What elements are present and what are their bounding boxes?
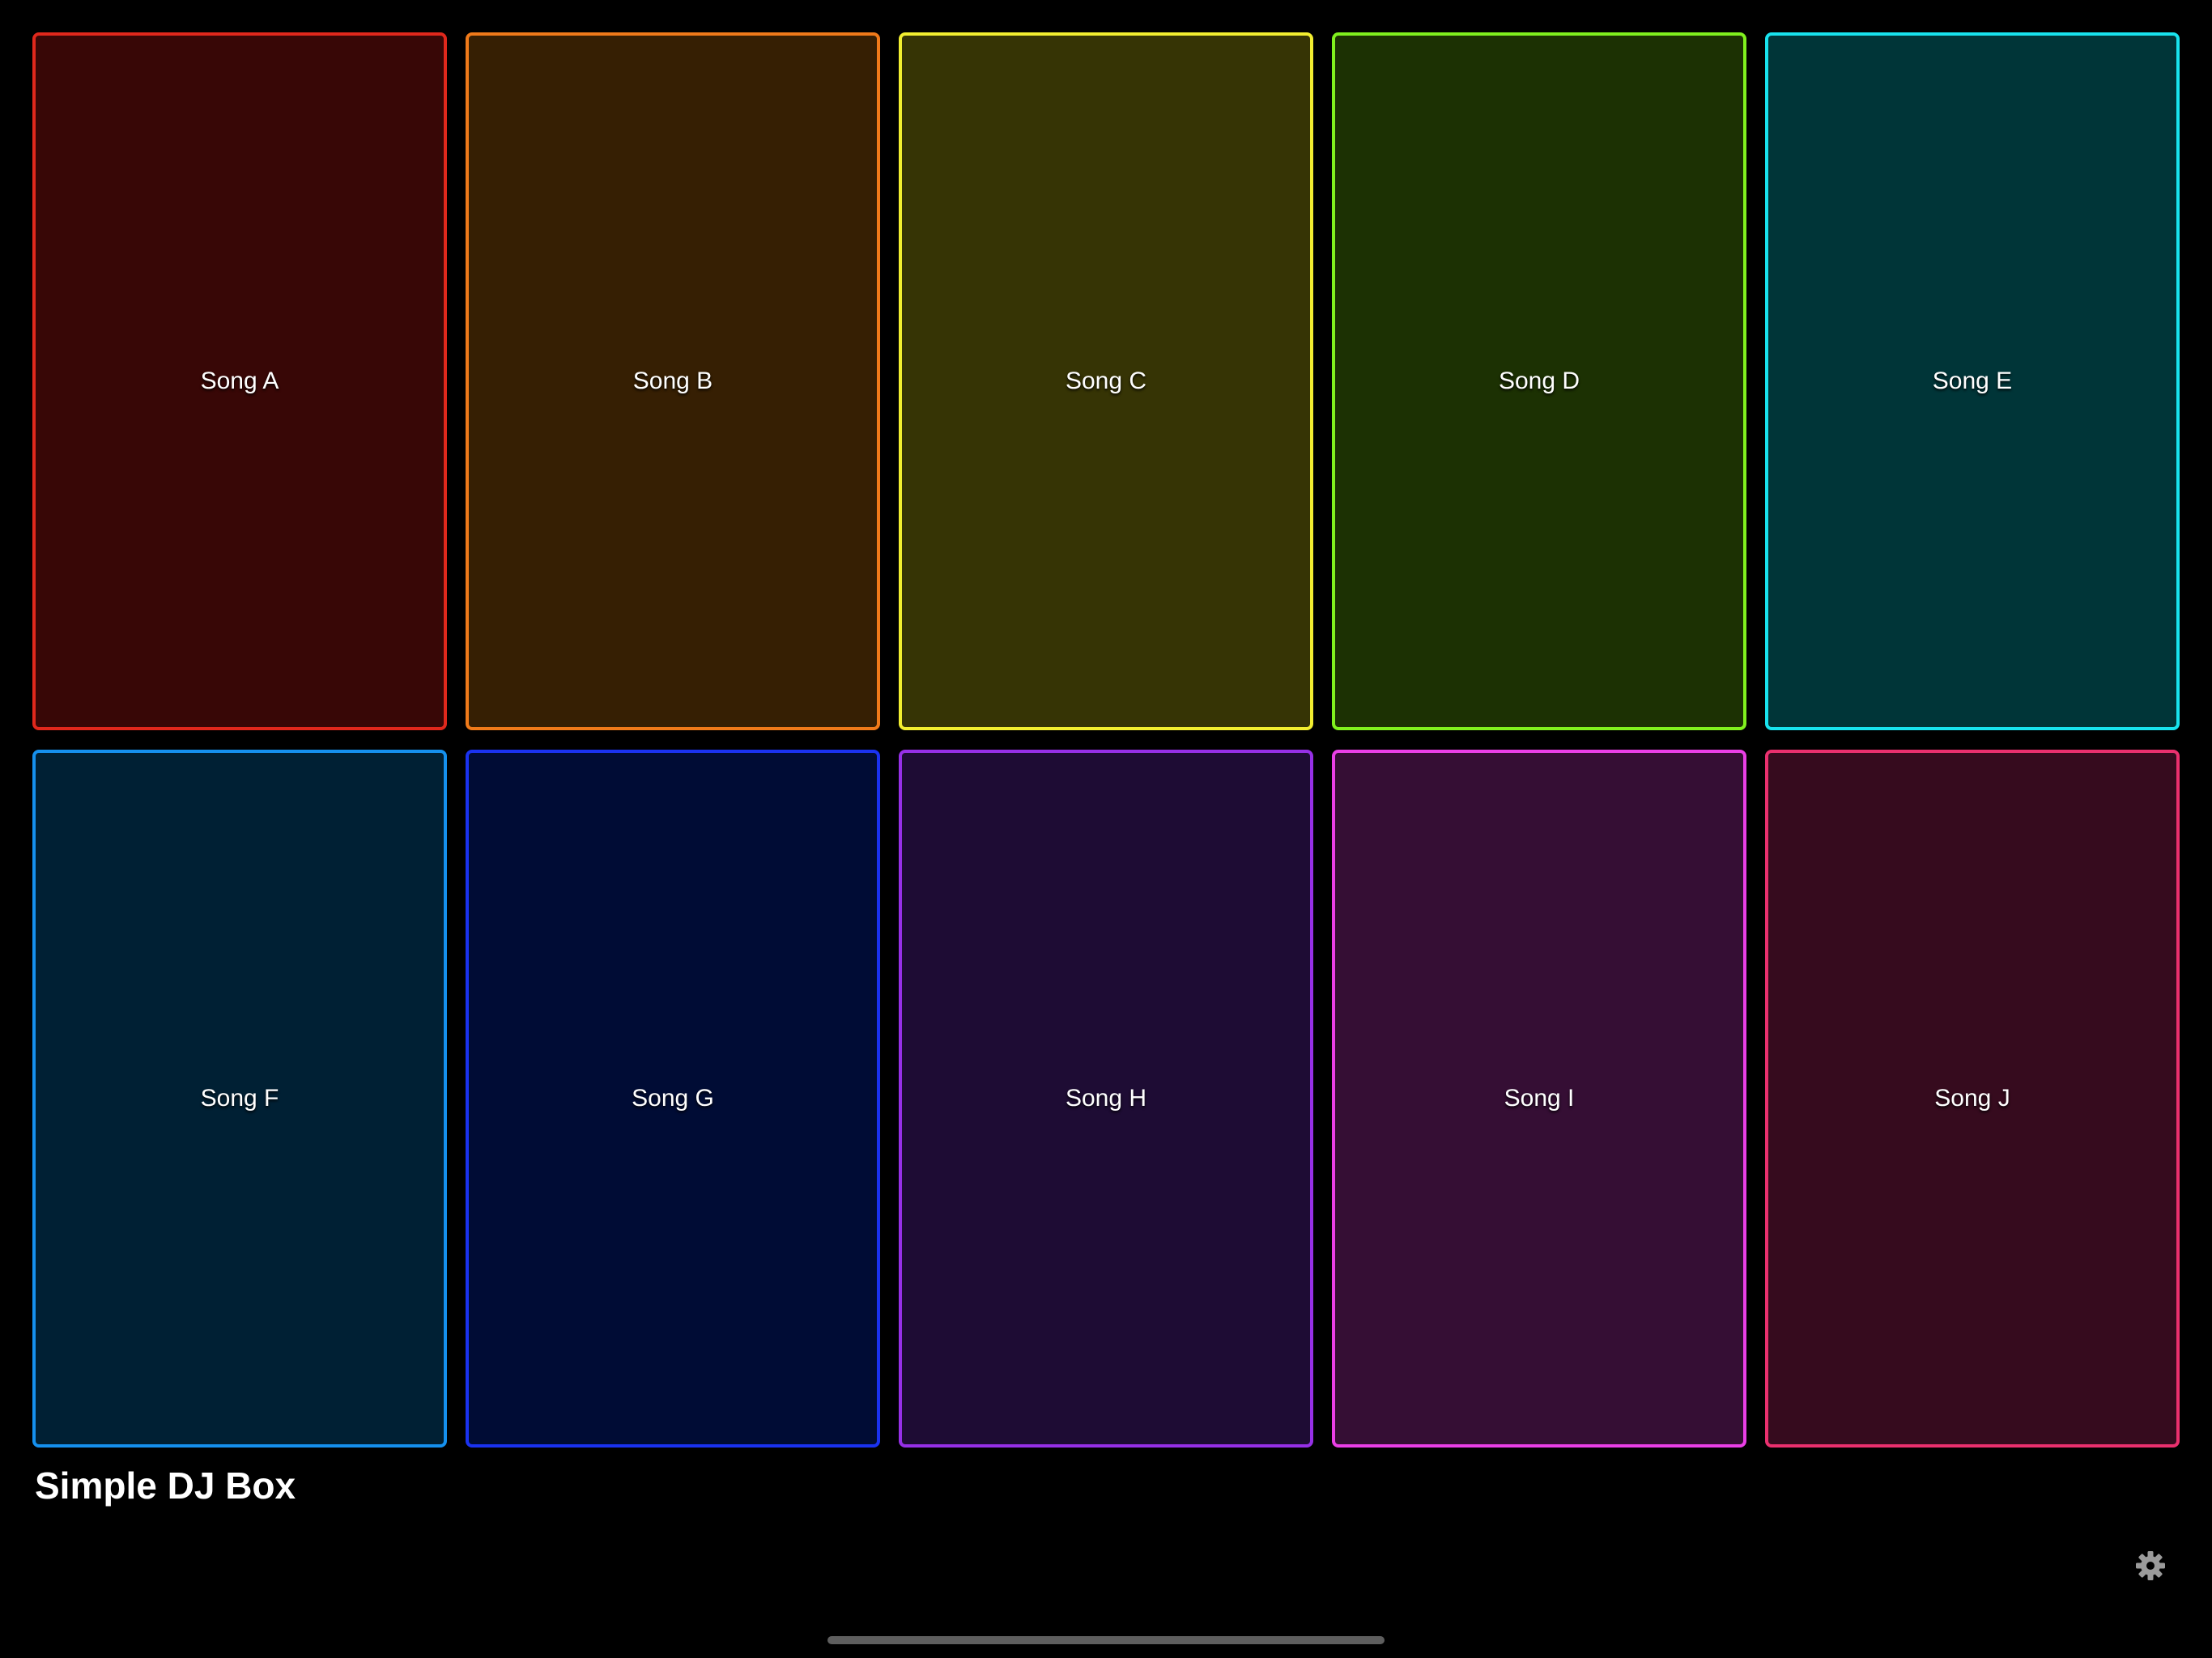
pad-label: Song F — [200, 1085, 279, 1112]
pad-song-b[interactable]: Song B — [466, 32, 880, 730]
home-indicator[interactable] — [827, 1636, 1385, 1644]
pad-label: Song I — [1504, 1085, 1575, 1112]
pad-label: Song B — [632, 368, 713, 394]
pad-song-e[interactable]: Song E — [1765, 32, 2180, 730]
gear-icon — [2136, 1551, 2165, 1580]
pad-label: Song C — [1065, 368, 1147, 394]
pad-label: Song H — [1065, 1085, 1147, 1112]
settings-button[interactable] — [2134, 1550, 2167, 1582]
pad-label: Song E — [1932, 368, 2013, 394]
pad-song-i[interactable]: Song I — [1332, 750, 1746, 1448]
pad-song-h[interactable]: Song H — [899, 750, 1313, 1448]
pad-label: Song G — [632, 1085, 714, 1112]
pad-label: Song A — [200, 368, 279, 394]
app-title: Simple DJ Box — [35, 1465, 296, 1507]
pad-label: Song D — [1498, 368, 1580, 394]
pad-song-j[interactable]: Song J — [1765, 750, 2180, 1448]
pad-song-d[interactable]: Song D — [1332, 32, 1746, 730]
pad-label: Song J — [1934, 1085, 2010, 1112]
pad-grid: Song A Song B Song C Song D Song E Song … — [32, 32, 2180, 1448]
pad-song-f[interactable]: Song F — [32, 750, 447, 1448]
pad-song-g[interactable]: Song G — [466, 750, 880, 1448]
pad-song-a[interactable]: Song A — [32, 32, 447, 730]
pad-song-c[interactable]: Song C — [899, 32, 1313, 730]
